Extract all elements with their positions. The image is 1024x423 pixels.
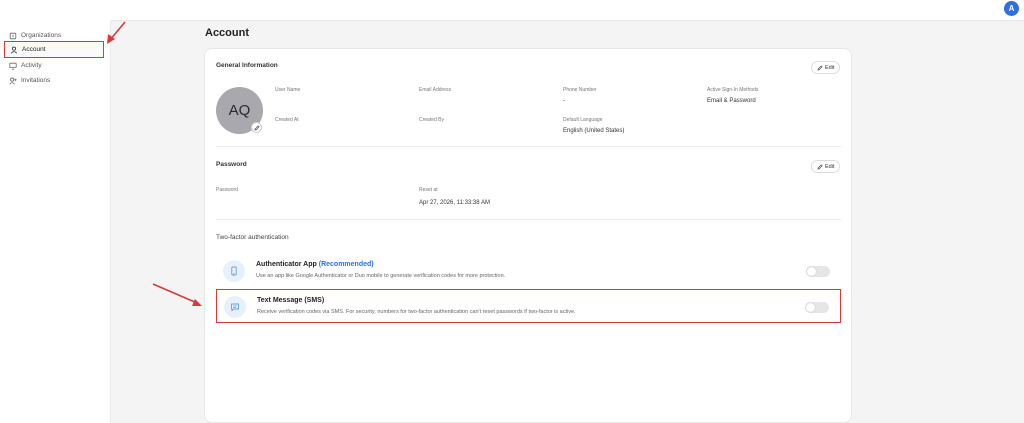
reset-at-value: Apr 27, 2026, 11:33:38 AM [419, 200, 490, 206]
account-card: General Information Edit AQ User Name Em… [204, 48, 852, 423]
general-edit-button[interactable]: Edit [811, 61, 841, 74]
annotation-arrow-sms [152, 283, 202, 306]
sidebar-item-account[interactable]: Account [4, 41, 104, 58]
password-label: Password [216, 187, 238, 193]
avatar-edit-button[interactable] [251, 122, 262, 133]
message-icon [224, 296, 246, 318]
tfa-method-name: Authenticator App (Recommended) [256, 261, 374, 268]
tfa-authenticator-app-row: Authenticator App (Recommended) Use an a… [216, 254, 841, 288]
text-message-toggle[interactable] [805, 302, 829, 313]
tfa-method-name: Text Message (SMS) [257, 297, 324, 304]
tfa-text-message-row: Text Message (SMS) Receive verification … [216, 289, 841, 323]
user-name-label: User Name [275, 87, 301, 93]
divider [216, 219, 841, 220]
tfa-method-description: Receive verification codes via SMS. For … [257, 309, 576, 315]
pencil-icon [817, 163, 823, 170]
tfa-method-name-text: Authenticator App [256, 261, 317, 268]
pencil-icon [817, 64, 823, 71]
user-avatar-button[interactable]: A [1004, 1, 1019, 16]
phone-value: - [563, 98, 565, 104]
page-title: Account [205, 27, 249, 39]
password-edit-button[interactable]: Edit [811, 160, 841, 173]
tfa-method-description: Use an app like Google Authenticator or … [256, 273, 506, 279]
signin-methods-value: Email & Password [707, 98, 756, 104]
top-bar: A [0, 0, 1024, 20]
sidebar-item-label: Activity [21, 62, 42, 69]
sidebar-item-invitations[interactable]: Invitations [4, 72, 104, 89]
monitor-icon [8, 61, 17, 70]
divider [216, 146, 841, 147]
created-at-label: Created At [275, 117, 299, 123]
toggle-knob [806, 303, 815, 312]
default-language-value: English (United States) [563, 128, 625, 134]
sidebar: Organizations Account Activity Invitatio… [0, 20, 111, 423]
phone-label: Phone Number [563, 87, 597, 93]
default-language-label: Default Language [563, 117, 603, 123]
email-label: Email Address [419, 87, 451, 93]
building-icon [8, 31, 17, 40]
sidebar-item-label: Account [22, 46, 46, 53]
sidebar-item-label: Invitations [21, 77, 51, 84]
created-by-label: Created By [419, 117, 445, 123]
authenticator-app-toggle[interactable] [806, 266, 830, 277]
signin-methods-label: Active Sign-In Methods [707, 87, 759, 93]
edit-label: Edit [825, 64, 835, 71]
user-plus-icon [8, 76, 17, 85]
tfa-method-name-text: Text Message (SMS) [257, 297, 325, 304]
toggle-knob [807, 267, 816, 276]
user-icon [9, 45, 18, 54]
edit-label: Edit [825, 163, 835, 170]
recommended-tag: (Recommended) [318, 261, 374, 268]
phone-icon [223, 260, 245, 282]
sidebar-item-label: Organizations [21, 32, 62, 39]
tfa-section-title: Two-factor authentication [216, 234, 289, 241]
general-info-title: General Information [216, 62, 278, 69]
reset-at-label: Reset at [419, 187, 438, 193]
password-section-title: Password [216, 161, 247, 168]
pencil-icon [253, 124, 260, 131]
